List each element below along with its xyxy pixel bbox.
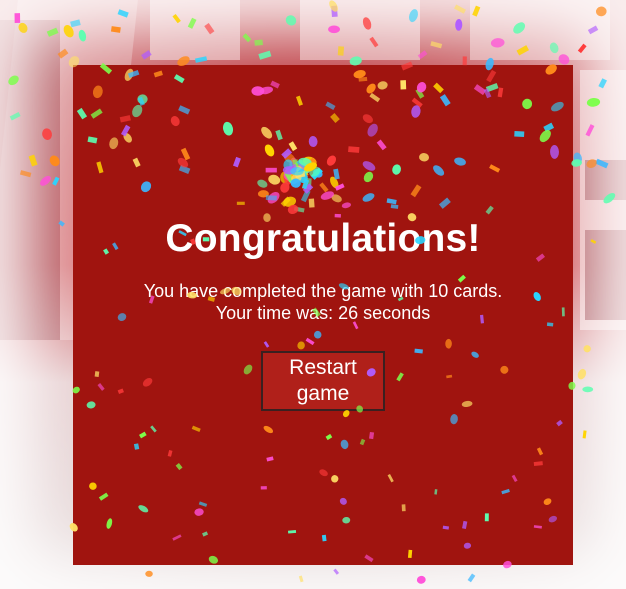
time-message: Your time was: 26 seconds bbox=[215, 303, 431, 323]
modal-title: Congratulations! bbox=[165, 217, 481, 260]
completed-message: You have completed the game with 10 card… bbox=[143, 281, 503, 301]
restart-game-button[interactable]: Restart game bbox=[261, 351, 385, 411]
game-complete-modal: Congratulations! You have completed the … bbox=[73, 65, 573, 565]
